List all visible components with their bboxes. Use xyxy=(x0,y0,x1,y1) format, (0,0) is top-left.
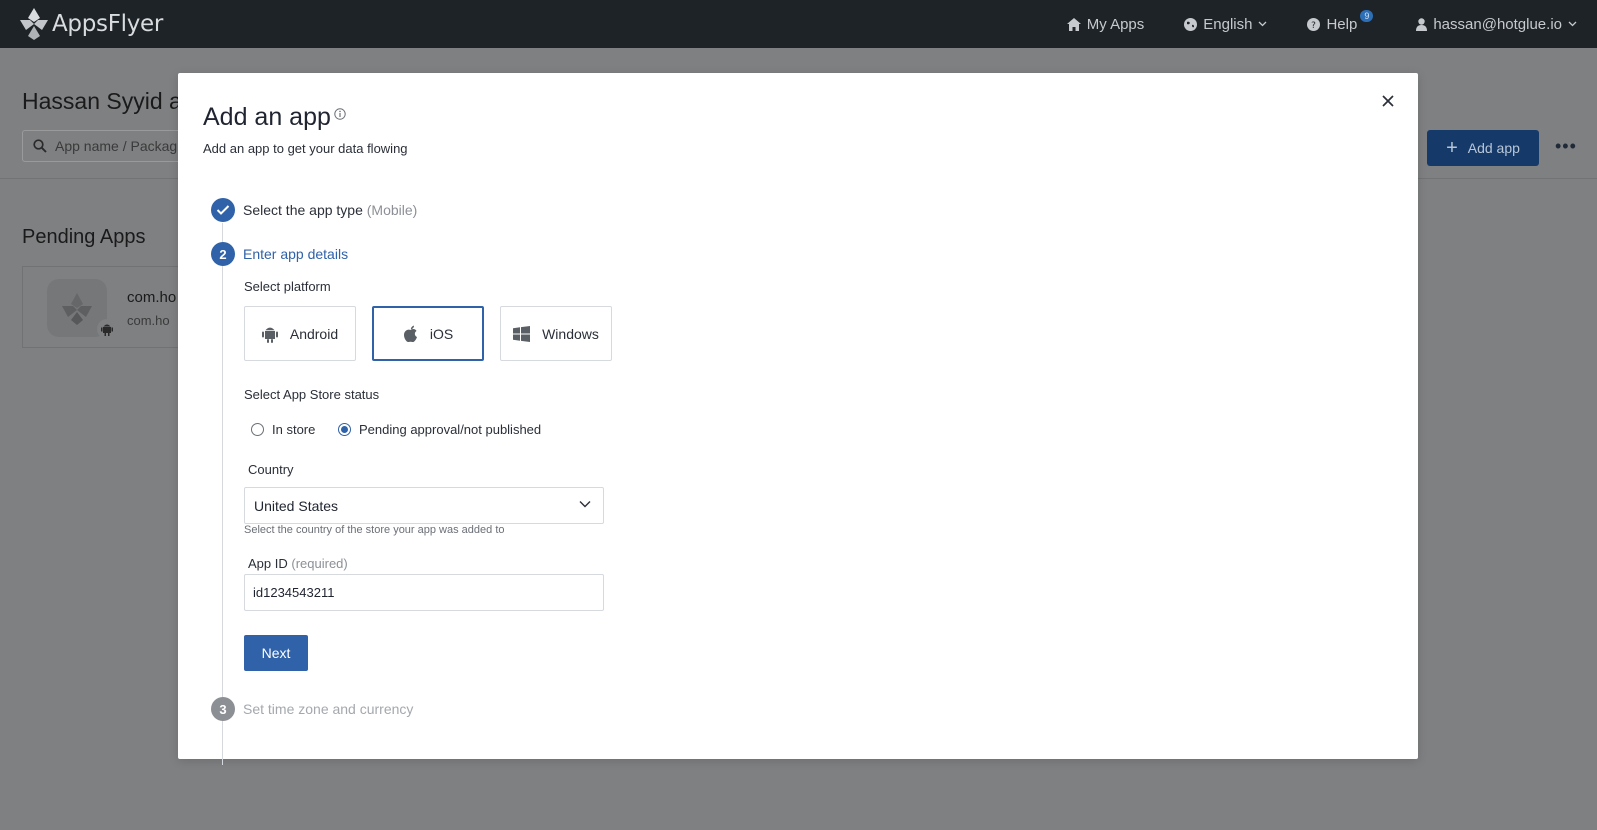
nav-user-label: hassan@hotglue.io xyxy=(1433,15,1562,33)
step-1-check-icon xyxy=(211,198,235,222)
add-app-button[interactable]: + Add app xyxy=(1427,130,1539,166)
user-icon xyxy=(1416,17,1428,31)
app-card-name: com.ho xyxy=(127,289,177,306)
nav-help[interactable]: ? Help 9 xyxy=(1307,10,1376,33)
platform-android-label: Android xyxy=(289,325,339,342)
nav-language-label: English xyxy=(1203,15,1253,33)
svg-text:?: ? xyxy=(1312,21,1317,31)
appsflyer-logo-icon xyxy=(20,8,48,40)
help-badge: 9 xyxy=(1360,10,1374,22)
step-1-label[interactable]: Select the app type (Mobile) xyxy=(243,202,417,218)
android-badge-icon xyxy=(97,319,117,339)
radio-pending-approval-circle[interactable] xyxy=(338,423,351,436)
country-label: Country xyxy=(248,462,294,477)
platform-ios-label: iOS xyxy=(429,325,454,342)
radio-in-store-circle[interactable] xyxy=(251,423,264,436)
app-id-label-text: App ID xyxy=(248,556,288,571)
country-select[interactable]: United States xyxy=(244,487,604,524)
radio-in-store-label: In store xyxy=(272,422,316,437)
windows-icon xyxy=(513,325,531,342)
search-placeholder: App name / Packag xyxy=(55,138,178,154)
step-3-number: 3 xyxy=(211,697,235,721)
app-card-package: com.ho xyxy=(127,313,170,328)
nav-user-menu[interactable]: hassan@hotglue.io xyxy=(1416,16,1577,33)
app-search-input[interactable]: App name / Packag xyxy=(22,130,182,162)
app-id-input[interactable] xyxy=(244,574,604,611)
radio-pending-approval-label: Pending approval/not published xyxy=(359,422,542,437)
help-circle-icon: ? xyxy=(1307,17,1321,31)
country-helper-text: Select the country of the store your app… xyxy=(244,524,505,536)
stepper-line xyxy=(222,223,223,765)
nav-my-apps[interactable]: My Apps xyxy=(1066,15,1145,33)
platform-label: Select platform xyxy=(244,279,331,294)
pending-app-card[interactable]: com.ho com.ho xyxy=(22,266,187,348)
top-navbar: AppsFlyer My Apps English ? Help 9 hassa… xyxy=(0,0,1597,48)
nav-help-label: Help xyxy=(1326,15,1358,33)
store-status-label: Select App Store status xyxy=(244,387,380,402)
step-2-number: 2 xyxy=(211,242,235,266)
search-icon xyxy=(33,139,47,153)
more-options-icon[interactable]: ••• xyxy=(1555,136,1577,157)
step-1-text: Select the app type xyxy=(243,202,363,218)
apple-icon xyxy=(403,325,417,342)
globe-icon xyxy=(1184,17,1198,31)
step-1-detail: (Mobile) xyxy=(366,202,418,218)
info-icon[interactable] xyxy=(334,107,346,125)
radio-pending-approval[interactable]: Pending approval/not published xyxy=(338,422,541,437)
nav-my-apps-label: My Apps xyxy=(1086,15,1145,33)
step-3-label[interactable]: Set time zone and currency xyxy=(243,701,413,717)
platform-windows-button[interactable]: Windows xyxy=(500,306,612,361)
chevron-down-icon xyxy=(579,501,591,508)
chevron-down-icon xyxy=(1568,21,1577,27)
chevron-down-icon xyxy=(1259,21,1267,27)
platform-windows-label: Windows xyxy=(542,325,599,342)
home-icon xyxy=(1066,17,1081,31)
page-title: Hassan Syyid a xyxy=(22,88,182,114)
platform-android-button[interactable]: Android xyxy=(244,306,356,361)
modal-subtitle: Add an app to get your data flowing xyxy=(203,141,408,156)
country-select-value: United States xyxy=(254,497,339,514)
radio-in-store[interactable]: In store xyxy=(251,422,315,437)
add-app-modal: Add an app Add an app to get your data f… xyxy=(178,73,1418,765)
logo-text: AppsFlyer xyxy=(52,11,164,37)
next-button[interactable]: Next xyxy=(244,635,308,671)
modal-title: Add an app xyxy=(203,103,331,131)
platform-ios-button[interactable]: iOS xyxy=(372,306,484,361)
add-app-label: Add app xyxy=(1467,140,1520,156)
close-icon[interactable] xyxy=(1378,91,1398,111)
step-2-label: Enter app details xyxy=(243,246,349,262)
plus-icon: + xyxy=(1446,137,1458,159)
appsflyer-logo[interactable]: AppsFlyer xyxy=(18,6,163,42)
app-id-label: App ID (required) xyxy=(248,556,348,571)
pending-apps-heading: Pending Apps xyxy=(22,226,146,248)
android-icon xyxy=(261,327,278,343)
nav-language[interactable]: English xyxy=(1184,16,1267,33)
app-id-required-text: (required) xyxy=(291,556,348,571)
